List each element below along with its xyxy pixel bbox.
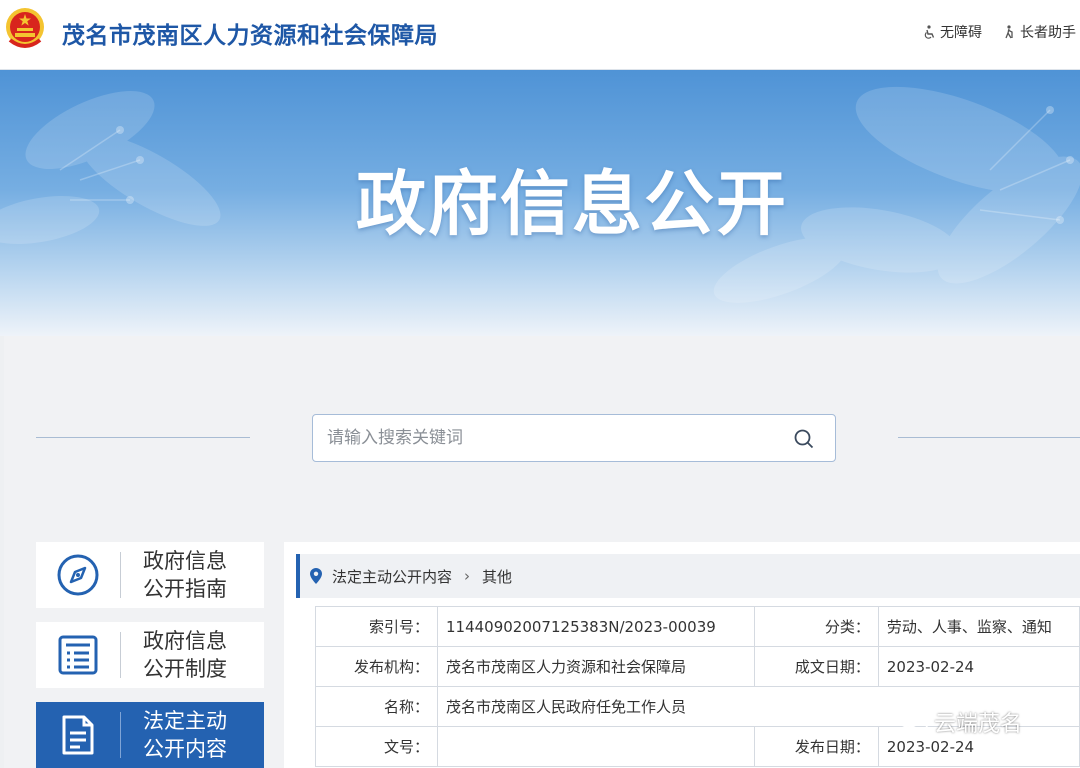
search-input[interactable] xyxy=(327,415,787,461)
main-content: 政府信息 公开指南 政府信息 公开制度 xyxy=(4,336,1080,768)
document-number-value xyxy=(437,726,755,767)
created-date-label: 成文日期： xyxy=(753,646,879,687)
accessibility-link[interactable]: 无障碍 xyxy=(922,22,982,42)
elder-assist-icon xyxy=(1005,25,1013,39)
accessibility-label: 无障碍 xyxy=(940,25,982,41)
chevron-right-icon: › xyxy=(464,567,471,585)
sidebar-item-label: 政府信息 公开制度 xyxy=(143,629,227,681)
table-row: 索引号： 11440902007125383N/2023-00039 分类： 劳… xyxy=(315,606,1080,647)
banner: 政府信息公开 xyxy=(0,70,1080,336)
category-value: 劳动、人事、监察、通知 xyxy=(877,606,1080,647)
breadcrumb-current-other[interactable]: 其他 xyxy=(482,566,512,587)
location-pin-icon xyxy=(310,568,322,584)
watermark-text: 云端茂名 xyxy=(934,712,1023,737)
search-divider-left xyxy=(36,437,250,438)
elder-assist-label: 长者助手 xyxy=(1020,25,1076,41)
sidebar-item-label: 政府信息 公开指南 xyxy=(143,549,227,601)
site-title[interactable]: 茂名市茂南区人力资源和社会保障局 xyxy=(62,16,438,50)
top-header: 茂名市茂南区人力资源和社会保障局 无障碍 长者助手 xyxy=(0,0,1080,70)
compass-icon xyxy=(57,554,99,596)
publisher-label: 发布机构： xyxy=(315,646,438,687)
breadcrumb-link-statutory-content[interactable]: 法定主动公开内容 xyxy=(332,566,452,587)
national-emblem-icon xyxy=(6,8,44,48)
document-metadata-table: 索引号： 11440902007125383N/2023-00039 分类： 劳… xyxy=(315,606,1080,767)
document-number-label: 文号： xyxy=(315,726,438,767)
search-box[interactable] xyxy=(312,414,836,462)
wechat-icon xyxy=(898,710,928,733)
sidebar-item-label: 法定主动 公开内容 xyxy=(143,709,227,761)
accessibility-icon xyxy=(924,25,935,39)
elder-assist-link[interactable]: 长者助手 xyxy=(1002,22,1076,42)
banner-title: 政府信息公开 xyxy=(356,163,788,245)
search-icon[interactable] xyxy=(793,428,815,450)
search-divider-right xyxy=(898,437,1080,438)
breadcrumb: 法定主动公开内容 › 其他 xyxy=(296,554,1080,598)
table-row: 发布机构： 茂名市茂南区人力资源和社会保障局 成文日期： 2023-02-24 xyxy=(315,646,1080,687)
sidebar-item-disclosure-system[interactable]: 政府信息 公开制度 xyxy=(36,622,264,688)
sidebar-item-disclosure-guide[interactable]: 政府信息 公开指南 xyxy=(36,542,264,608)
sidebar-item-statutory-content[interactable]: 法定主动 公开内容 xyxy=(36,702,264,768)
watermark: 云端茂名 xyxy=(898,706,1022,738)
index-number-value: 11440902007125383N/2023-00039 xyxy=(437,606,755,647)
list-document-icon xyxy=(58,635,98,675)
document-icon xyxy=(62,715,94,755)
index-number-label: 索引号： xyxy=(315,606,438,647)
created-date-value: 2023-02-24 xyxy=(877,646,1080,687)
published-date-label: 发布日期： xyxy=(753,726,879,767)
category-label: 分类： xyxy=(753,606,879,647)
publisher-value: 茂名市茂南区人力资源和社会保障局 xyxy=(437,646,755,687)
name-label: 名称： xyxy=(315,686,438,727)
